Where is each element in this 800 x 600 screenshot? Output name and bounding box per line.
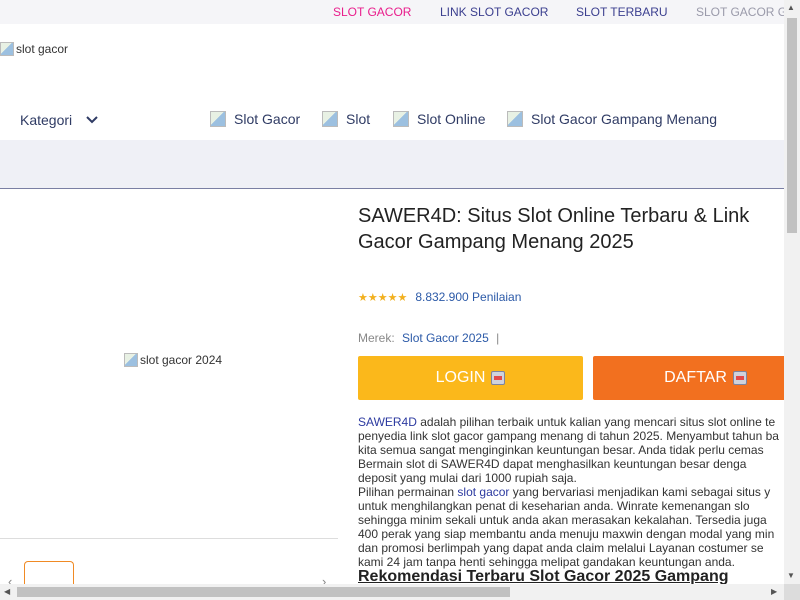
nav-item-label: Slot Gacor Gampang Menang <box>531 111 717 127</box>
desc-line: deposit yang mulai dari 1000 rupiah saja… <box>358 471 577 485</box>
nav-item-slot-gacor[interactable]: Slot Gacor <box>210 111 300 127</box>
slot-gacor-link[interactable]: slot gacor <box>457 485 509 499</box>
broken-image-icon <box>124 353 138 367</box>
nav-item-label: Slot Online <box>417 111 486 127</box>
scroll-left-arrow-icon[interactable]: ◀ <box>4 587 10 596</box>
top-link-bar: SLOT GACOR LINK SLOT GACOR SLOT TERBARU … <box>0 0 795 24</box>
chevron-down-icon <box>86 116 98 124</box>
kategori-label: Kategori <box>20 112 73 128</box>
kategori-dropdown[interactable]: Kategori <box>20 112 98 128</box>
desc-line: Bermain slot di SAWER4D dapat menghasilk… <box>358 457 747 471</box>
desc-line: kita semua sangat menginginkan keuntunga… <box>358 443 764 457</box>
brand-link[interactable]: Slot Gacor 2025 <box>402 331 489 345</box>
login-button-label: LOGIN <box>435 369 486 386</box>
top-link-slot-terbaru[interactable]: SLOT TERBARU <box>576 5 668 19</box>
nav-item-slot-gacor-gampang-menang[interactable]: Slot Gacor Gampang Menang <box>507 111 717 127</box>
slot-machine-icon <box>732 371 747 385</box>
nav-item-label: Slot Gacor <box>234 111 301 127</box>
nav-item-slot-online[interactable]: Slot Online <box>393 111 485 127</box>
rating-count[interactable]: 8.832.900 Penilaian <box>415 290 521 304</box>
desc-text: Pilihan permainan <box>358 485 458 499</box>
horizontal-scrollbar[interactable]: ◀ ▶ <box>0 584 784 600</box>
scrollbar-corner <box>784 584 800 600</box>
desc-line: kami 24 jam tanpa henti sehingga melipat… <box>358 555 735 569</box>
scroll-down-arrow-icon[interactable]: ▼ <box>787 571 795 580</box>
desc-text: adalah pilihan terbaik untuk kalian yang… <box>416 415 776 429</box>
sawer4d-link[interactable]: SAWER4D <box>358 415 417 429</box>
broken-image-icon <box>0 42 14 56</box>
product-title-line1: SAWER4D: Situs Slot Online Terbaru & Lin… <box>358 205 750 227</box>
top-link-link-slot-gacor[interactable]: LINK SLOT GACOR <box>440 5 548 19</box>
top-link-slot-gacor-ga[interactable]: SLOT GACOR GA <box>696 5 795 19</box>
daftar-button-label: DAFTAR <box>664 369 727 386</box>
nav-item-label: Slot <box>346 111 371 127</box>
horizontal-scroll-thumb[interactable] <box>17 587 510 597</box>
brand-separator: | <box>496 331 500 345</box>
star-rating-icon: ★★★★★ <box>358 291 408 304</box>
broken-image-icon <box>507 111 523 127</box>
rating-row: ★★★★★ 8.832.900 Penilaian <box>358 290 521 304</box>
login-button[interactable]: LOGIN <box>358 356 583 400</box>
top-link-slot-gacor[interactable]: SLOT GACOR <box>333 5 411 19</box>
product-image-alt: slot gacor 2024 <box>140 353 223 367</box>
broken-image-icon <box>210 111 226 127</box>
scroll-up-arrow-icon[interactable]: ▲ <box>787 3 795 12</box>
header-band <box>0 140 784 189</box>
desc-line: 400 perak yang siap membantu anda menuju… <box>358 527 775 541</box>
product-title-line2: Gacor Gampang Menang 2025 <box>358 231 634 253</box>
vertical-scrollbar[interactable]: ▲ ▼ <box>784 0 800 584</box>
desc-line: penyedia link slot gacor gampang menang … <box>358 429 779 443</box>
site-logo[interactable]: slot gacor <box>0 42 68 56</box>
logo-alt-text: slot gacor <box>16 42 69 56</box>
product-image[interactable]: slot gacor 2024 <box>124 353 222 367</box>
brand-label: Merek: <box>358 331 395 345</box>
broken-image-icon <box>393 111 409 127</box>
slot-machine-icon <box>491 371 506 385</box>
brand-row: Merek: Slot Gacor 2025 | <box>358 331 499 345</box>
desc-line: SAWER4D adalah pilihan terbaik untuk kal… <box>358 415 798 429</box>
vertical-scroll-thumb[interactable] <box>787 18 797 233</box>
desc-line: sehingga minim sekali untuk anda akan me… <box>358 513 767 527</box>
desc-text: yang bervariasi menjadikan kami sebagai … <box>509 485 771 499</box>
desc-line: untuk menghilangkan penat di keseharian … <box>358 499 750 513</box>
desc-line: dan promosi berlimpah yang dapat anda cl… <box>358 541 764 555</box>
scroll-right-arrow-icon[interactable]: ▶ <box>771 587 777 596</box>
daftar-button[interactable]: DAFTAR <box>593 356 800 400</box>
broken-image-icon <box>322 111 338 127</box>
product-gallery <box>0 204 338 539</box>
nav-item-slot[interactable]: Slot <box>322 111 370 127</box>
product-title: SAWER4D: Situs Slot Online Terbaru & Lin… <box>358 203 798 255</box>
product-description: SAWER4D adalah pilihan terbaik untuk kal… <box>358 415 798 569</box>
desc-line: Pilihan permainan slot gacor yang bervar… <box>358 485 798 499</box>
